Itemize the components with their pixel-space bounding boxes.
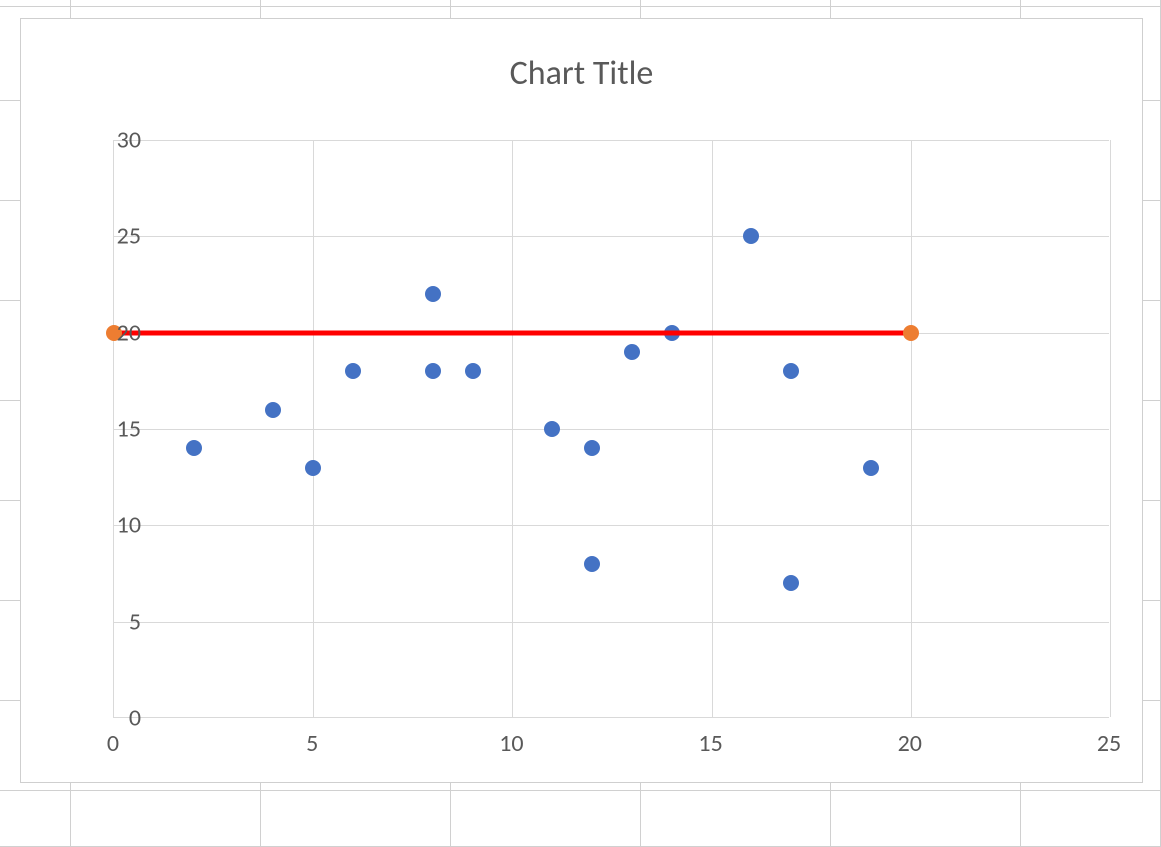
chart-object[interactable]: Chart Title 0 5 10 15 20 25 0 5 10 15 20 25 30	[20, 18, 1143, 783]
data-point[interactable]	[863, 460, 879, 476]
y-axis-tick-label: 25	[21, 222, 141, 251]
x-axis-tick-label: 0	[107, 729, 119, 758]
y-axis-tick-label: 5	[21, 607, 141, 636]
chart-title[interactable]: Chart Title	[21, 53, 1142, 94]
x-axis-tick-label: 10	[499, 729, 523, 758]
data-point[interactable]	[584, 440, 600, 456]
plot-area[interactable]	[113, 140, 1109, 718]
data-point[interactable]	[783, 575, 799, 591]
data-point[interactable]	[425, 363, 441, 379]
x-axis-tick-label: 20	[898, 729, 922, 758]
data-point[interactable]	[186, 440, 202, 456]
gridline-horizontal	[114, 429, 1109, 430]
gridline-horizontal	[114, 525, 1109, 526]
y-axis-tick-label: 20	[21, 318, 141, 347]
data-point[interactable]	[345, 363, 361, 379]
data-point[interactable]	[425, 286, 441, 302]
target-line-marker[interactable]	[903, 325, 919, 341]
x-axis-tick-label: 25	[1097, 729, 1121, 758]
target-line[interactable]	[114, 330, 911, 335]
y-axis-tick-label: 30	[21, 126, 141, 155]
data-point[interactable]	[465, 363, 481, 379]
data-point[interactable]	[265, 402, 281, 418]
y-axis-tick-label: 10	[21, 511, 141, 540]
x-axis-tick-label: 15	[698, 729, 722, 758]
gridline-vertical	[1110, 140, 1111, 717]
y-axis-tick-label: 15	[21, 415, 141, 444]
data-point[interactable]	[783, 363, 799, 379]
data-point[interactable]	[305, 460, 321, 476]
x-axis-tick-label: 5	[306, 729, 318, 758]
gridline-horizontal	[114, 622, 1109, 623]
data-point[interactable]	[544, 421, 560, 437]
y-axis-tick-label: 0	[21, 704, 141, 733]
data-point[interactable]	[584, 556, 600, 572]
data-point[interactable]	[624, 344, 640, 360]
gridline-horizontal	[114, 236, 1109, 237]
gridline-horizontal	[114, 140, 1109, 141]
data-point[interactable]	[743, 228, 759, 244]
